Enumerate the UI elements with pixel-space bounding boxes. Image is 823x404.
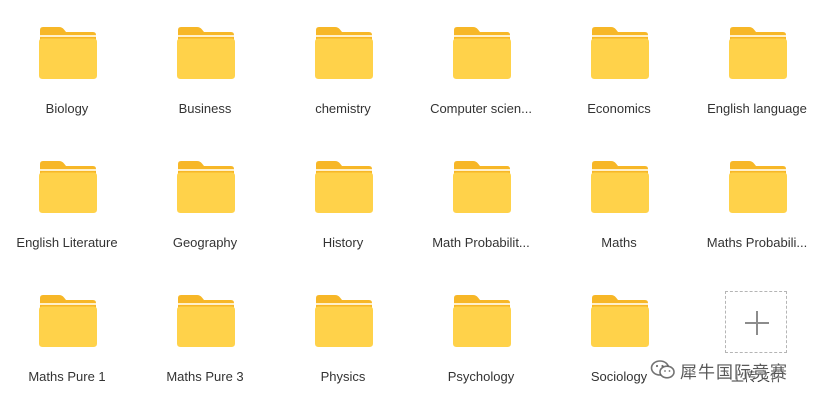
folder-icon bbox=[729, 27, 787, 79]
folder-icon bbox=[591, 295, 649, 347]
folder-label: Math Probabilit... bbox=[432, 235, 530, 250]
folder-label: Psychology bbox=[447, 369, 515, 384]
folder-icon bbox=[591, 27, 649, 79]
folder-icon bbox=[315, 295, 373, 347]
folder-icon bbox=[177, 161, 235, 213]
folder-label: Computer scien... bbox=[430, 101, 532, 116]
upload-file-label: 上传文件 bbox=[730, 369, 783, 384]
folder-icon bbox=[453, 295, 511, 347]
folder-label: Sociology bbox=[590, 369, 648, 384]
folder-icon bbox=[453, 161, 511, 213]
folder-item[interactable]: History bbox=[278, 160, 408, 270]
folder-icon bbox=[39, 161, 97, 213]
folder-label: English Literature bbox=[16, 235, 118, 250]
folder-label: Physics bbox=[320, 369, 366, 384]
folder-item[interactable]: Computer scien... bbox=[416, 26, 546, 136]
folder-item[interactable]: Biology bbox=[2, 26, 132, 136]
folder-icon bbox=[39, 295, 97, 347]
folder-item[interactable]: Geography bbox=[140, 160, 270, 270]
folder-item[interactable]: Math Probabilit... bbox=[416, 160, 546, 270]
plus-icon-stroke bbox=[756, 311, 758, 335]
folder-item[interactable]: Sociology bbox=[554, 294, 684, 404]
folder-icon bbox=[729, 161, 787, 213]
folder-label: Economics bbox=[587, 101, 651, 116]
upload-file-button[interactable] bbox=[725, 291, 787, 353]
folder-item[interactable]: Maths bbox=[554, 160, 684, 270]
folder-label: chemistry bbox=[315, 101, 371, 116]
folder-item[interactable]: English Literature bbox=[2, 160, 132, 270]
folder-item[interactable]: Maths Pure 1 bbox=[2, 294, 132, 404]
folder-item[interactable]: Maths Pure 3 bbox=[140, 294, 270, 404]
folder-item[interactable]: chemistry bbox=[278, 26, 408, 136]
folder-icon bbox=[177, 295, 235, 347]
folder-label: English language bbox=[707, 101, 807, 116]
folder-label: Business bbox=[178, 101, 232, 116]
folder-item[interactable]: English language bbox=[692, 26, 822, 136]
folder-label: Maths Probabili... bbox=[706, 235, 808, 250]
folder-item[interactable]: Economics bbox=[554, 26, 684, 136]
folder-icon bbox=[453, 27, 511, 79]
folder-item[interactable]: Psychology bbox=[416, 294, 546, 404]
folder-label: Maths Pure 1 bbox=[28, 369, 106, 384]
folder-icon bbox=[177, 27, 235, 79]
folder-icon bbox=[39, 27, 97, 79]
folder-label: Maths Pure 3 bbox=[166, 369, 244, 384]
file-grid: 上传文件 犀牛国际竞赛 Biology Business chemistry Comp… bbox=[0, 0, 823, 404]
folder-label: History bbox=[322, 235, 364, 250]
folder-icon bbox=[315, 27, 373, 79]
folder-icon bbox=[315, 161, 373, 213]
folder-label: Biology bbox=[45, 101, 89, 116]
folder-label: Geography bbox=[172, 235, 238, 250]
folder-item[interactable]: Maths Probabili... bbox=[692, 160, 822, 270]
folder-icon bbox=[591, 161, 649, 213]
folder-label: Maths bbox=[601, 235, 637, 250]
folder-item[interactable]: Physics bbox=[278, 294, 408, 404]
folder-item[interactable]: Business bbox=[140, 26, 270, 136]
